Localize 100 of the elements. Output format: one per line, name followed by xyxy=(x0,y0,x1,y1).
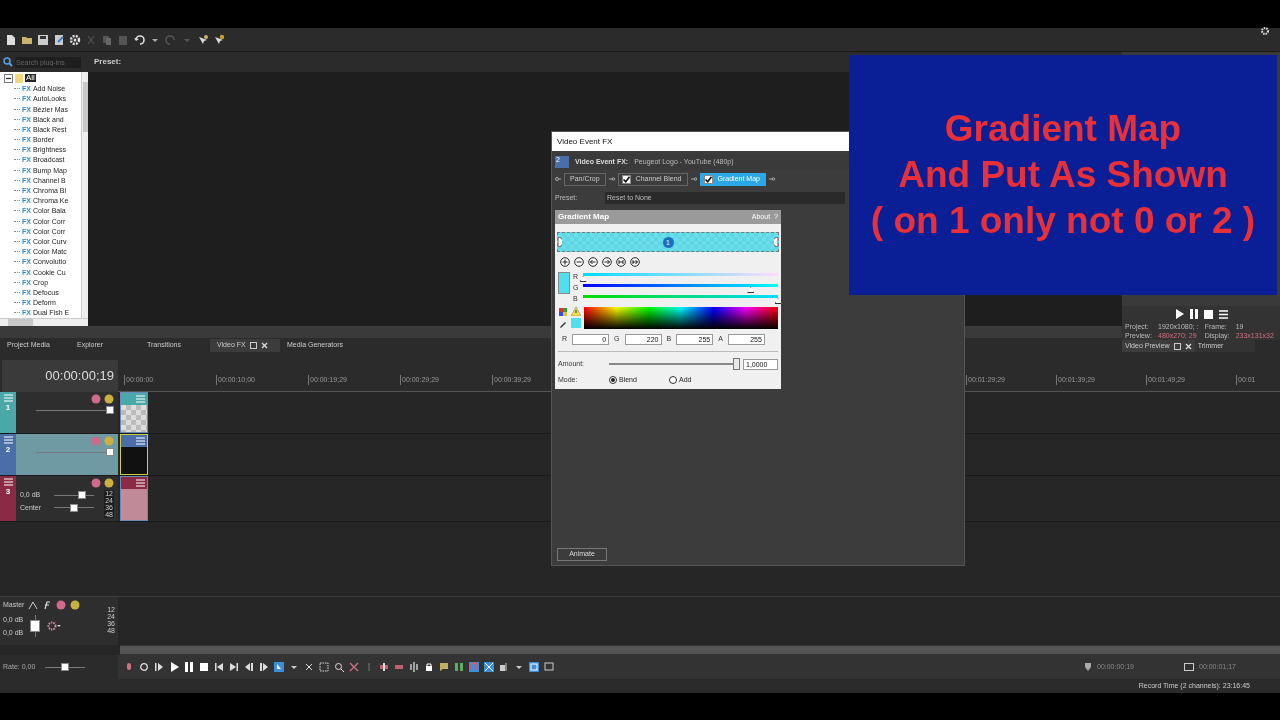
stop-icon[interactable] xyxy=(199,662,209,672)
solo-icon[interactable] xyxy=(104,478,114,488)
play-from-start-icon[interactable] xyxy=(154,662,164,672)
automation-icon[interactable] xyxy=(28,600,39,610)
lock-icon[interactable] xyxy=(424,662,434,672)
slider-thumb[interactable] xyxy=(78,491,86,500)
play-icon[interactable] xyxy=(169,662,179,672)
chain-link-icon xyxy=(690,177,697,181)
track-header[interactable]: 2 xyxy=(0,434,118,475)
checkbox-icon[interactable] xyxy=(621,174,631,184)
zoom-tool-icon[interactable] xyxy=(334,662,344,672)
remove-stop-icon[interactable] xyxy=(574,257,584,267)
ripple-icon[interactable] xyxy=(499,662,509,672)
slider-thumb[interactable] xyxy=(733,358,740,370)
current-color-swatch xyxy=(571,318,581,328)
radio-button[interactable] xyxy=(609,376,617,385)
save-icon[interactable] xyxy=(37,33,49,46)
solo-icon[interactable] xyxy=(104,394,114,404)
go-to-end-icon[interactable] xyxy=(229,662,239,672)
distribute-icon[interactable] xyxy=(616,257,626,267)
gradient-stop-icon[interactable] xyxy=(774,237,778,247)
reverse-icon[interactable] xyxy=(630,257,640,267)
track-number: 3 xyxy=(5,488,11,496)
play-icon[interactable] xyxy=(1174,309,1184,319)
gear-icon[interactable] xyxy=(47,620,62,631)
help-icon[interactable] xyxy=(213,33,225,46)
properties-icon[interactable] xyxy=(53,33,65,46)
volume-slider[interactable] xyxy=(54,491,94,500)
track-number: 1 xyxy=(5,404,11,412)
loop-icon[interactable] xyxy=(139,662,149,672)
tree-item[interactable]: All xyxy=(25,74,36,83)
fx-icon[interactable] xyxy=(42,600,53,610)
edit-tool-icon[interactable] xyxy=(274,662,284,672)
delete-icon[interactable] xyxy=(349,662,359,672)
palette-icon[interactable] xyxy=(558,307,568,317)
checkbox-icon[interactable] xyxy=(703,174,713,184)
maximize-icon[interactable] xyxy=(1173,342,1181,350)
chain-link-icon xyxy=(608,177,615,181)
pause-icon[interactable] xyxy=(184,662,194,672)
move-right-icon[interactable] xyxy=(602,257,612,267)
stop-icon[interactable] xyxy=(1203,309,1213,319)
envelope-tool-icon[interactable] xyxy=(304,662,314,672)
move-left-icon[interactable] xyxy=(588,257,598,267)
trim-icon[interactable] xyxy=(379,662,389,672)
pan-slider[interactable] xyxy=(54,503,94,512)
next-frame-icon[interactable] xyxy=(259,662,269,672)
folder-icon xyxy=(15,73,23,83)
slider-thumb[interactable] xyxy=(106,448,114,456)
region-icon[interactable] xyxy=(454,662,464,672)
record-icon[interactable] xyxy=(124,662,134,672)
amount-slider[interactable] xyxy=(609,358,740,370)
slider-thumb[interactable] xyxy=(579,276,587,282)
chain-start-icon xyxy=(555,177,561,181)
annotation-text: ( on 1 only not 0 or 2 ) xyxy=(870,199,1256,243)
copy-icon[interactable] xyxy=(101,33,113,46)
opacity-slider[interactable] xyxy=(36,406,114,414)
panel-title: Gradient Map xyxy=(558,211,610,223)
eyedropper-icon[interactable] xyxy=(558,319,568,329)
trim-end-icon[interactable] xyxy=(394,662,404,672)
radio-button[interactable] xyxy=(669,376,677,385)
opacity-slider[interactable] xyxy=(36,448,114,456)
cursor-position-icon xyxy=(1084,662,1092,672)
selection-tool-icon[interactable] xyxy=(319,662,329,672)
slider-thumb[interactable] xyxy=(70,503,78,512)
help-pointer-icon[interactable] xyxy=(197,33,209,46)
mute-icon[interactable] xyxy=(56,600,67,611)
new-file-icon[interactable] xyxy=(5,33,17,46)
close-icon[interactable] xyxy=(260,341,268,349)
collapse-icon[interactable] xyxy=(4,73,13,83)
mute-icon[interactable] xyxy=(91,478,101,488)
pause-icon[interactable] xyxy=(1189,309,1198,319)
menu-icon[interactable] xyxy=(1218,309,1228,319)
selection-icon[interactable] xyxy=(544,662,554,672)
undo-icon[interactable] xyxy=(133,33,145,46)
close-icon[interactable] xyxy=(1184,342,1192,350)
fader-thumb[interactable] xyxy=(30,619,41,632)
annotation-text: Gradient Map xyxy=(944,107,1182,151)
previous-frame-icon[interactable] xyxy=(244,662,254,672)
go-to-start-icon[interactable] xyxy=(214,662,224,672)
add-stop-icon[interactable] xyxy=(560,257,570,267)
rate-slider[interactable] xyxy=(45,663,86,671)
settings-icon[interactable] xyxy=(69,33,81,46)
slider-thumb[interactable] xyxy=(774,298,782,304)
grouping-icon[interactable] xyxy=(529,662,539,672)
marker-icon[interactable] xyxy=(439,662,449,672)
slider-thumb[interactable] xyxy=(61,663,70,671)
solo-icon[interactable] xyxy=(70,600,81,611)
maximize-icon[interactable] xyxy=(249,341,257,349)
channel-slider[interactable] xyxy=(583,283,778,293)
split-icon[interactable] xyxy=(409,662,419,672)
color-spectrum[interactable] xyxy=(584,307,778,329)
settings-icon[interactable] xyxy=(1260,26,1270,36)
channel-slider[interactable] xyxy=(583,272,778,282)
gradient-stop-icon[interactable] xyxy=(558,237,562,247)
mute-icon[interactable] xyxy=(91,394,101,404)
auto-crossfade-icon[interactable] xyxy=(484,662,494,672)
video-event[interactable] xyxy=(120,434,148,475)
slider-thumb[interactable] xyxy=(106,406,114,414)
timeline-scrollbar[interactable] xyxy=(120,645,1280,655)
slider-thumb[interactable] xyxy=(747,287,755,293)
